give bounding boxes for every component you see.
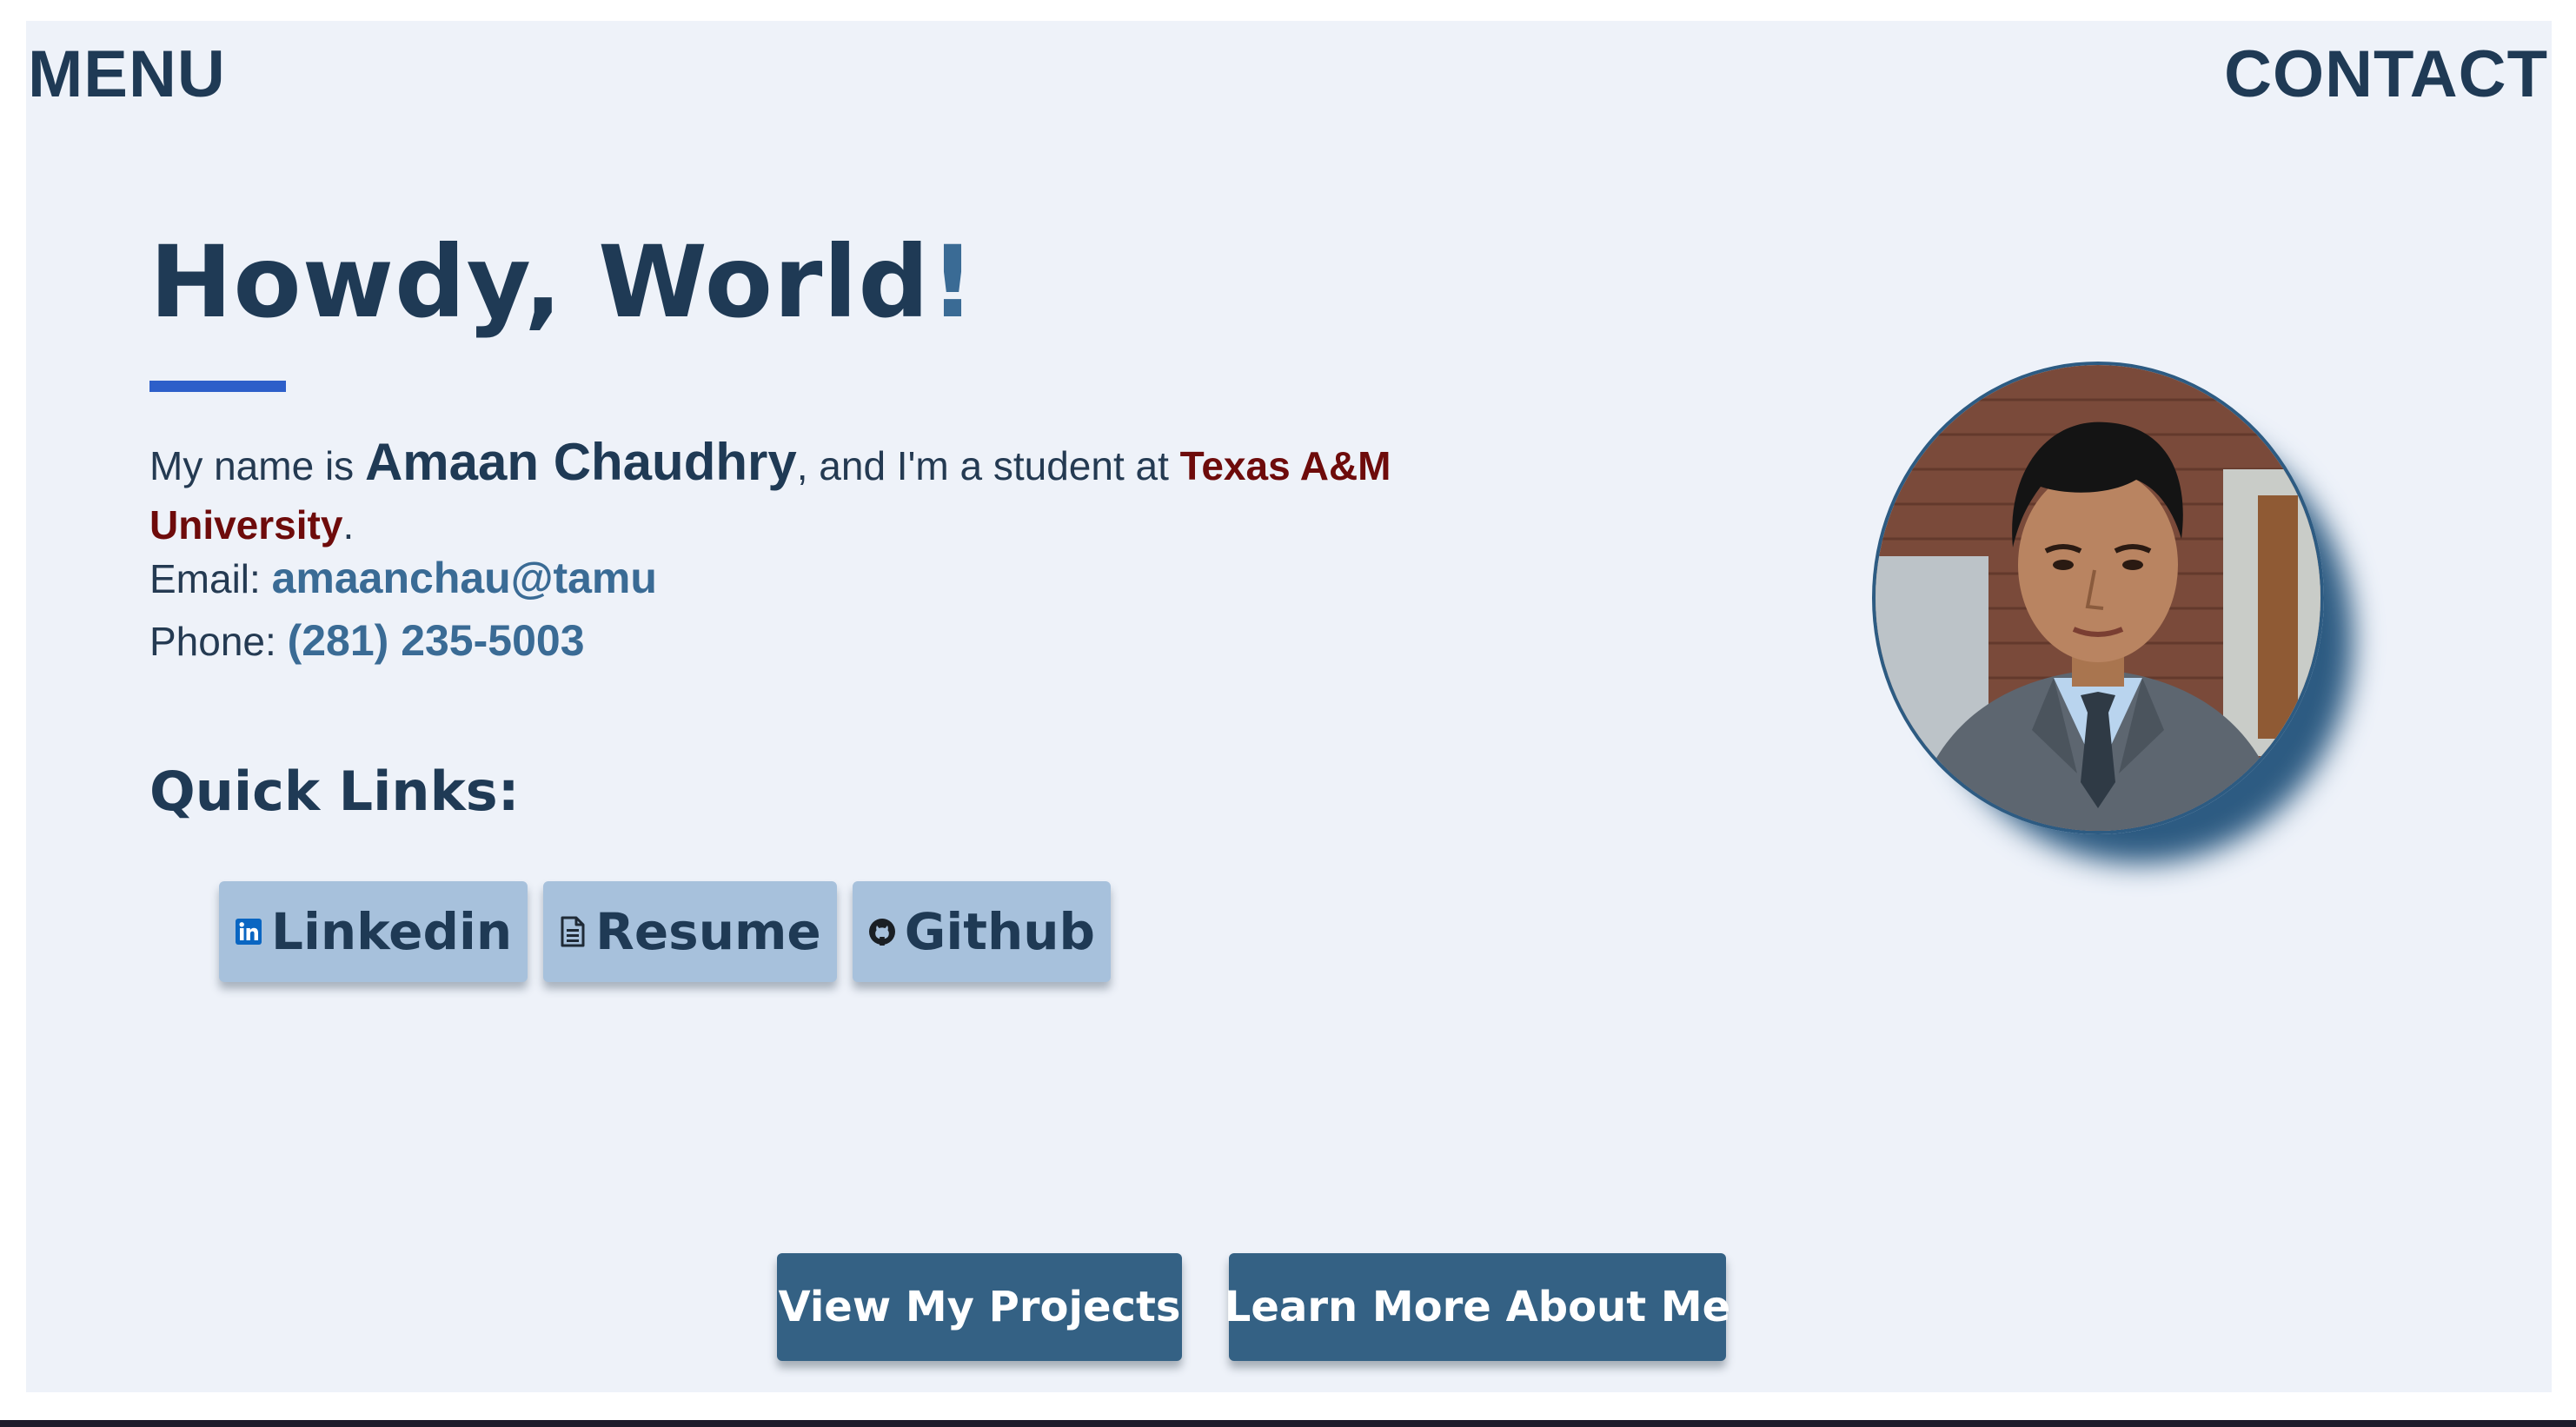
phone-line: Phone: (281) 235-5003 — [149, 615, 585, 666]
email-line: Email: amaanchau@tamu — [149, 553, 657, 603]
github-icon — [866, 916, 898, 947]
github-button[interactable]: Github — [852, 881, 1112, 982]
intro-text: My name is Amaan Chaudhry, and I'm a stu… — [149, 433, 1505, 554]
linkedin-icon — [233, 916, 264, 947]
menu-link[interactable]: MENU — [28, 37, 226, 112]
document-icon — [557, 916, 588, 947]
contact-link[interactable]: CONTACT — [2224, 37, 2548, 112]
quick-links-group: Linkedin Resume Github — [219, 881, 1112, 982]
learn-more-button[interactable]: Learn More About Me — [1225, 1253, 1730, 1361]
intro-suffix: . — [342, 502, 355, 548]
page-title: Howdy, World! — [149, 224, 976, 340]
person-name: Amaan Chaudhry — [364, 433, 797, 491]
profile-photo — [1872, 362, 2324, 834]
profile-photo-illustration — [1876, 365, 2320, 831]
quick-links-heading: Quick Links: — [149, 760, 520, 823]
window-bottom-edge — [0, 1420, 2576, 1427]
email-label: Email: — [149, 556, 272, 601]
resume-button[interactable]: Resume — [543, 881, 837, 982]
intro-prefix: My name is — [149, 443, 365, 488]
linkedin-button[interactable]: Linkedin — [219, 881, 528, 982]
intro-middle: , and I'm a student at — [796, 443, 1180, 488]
page-title-text: Howdy, World — [149, 224, 931, 340]
phone-label: Phone: — [149, 619, 288, 664]
resume-label: Resume — [595, 902, 821, 961]
github-label: Github — [904, 902, 1096, 961]
title-underline — [149, 381, 286, 392]
view-projects-button[interactable]: View My Projects — [777, 1253, 1182, 1361]
email-value[interactable]: amaanchau@tamu — [272, 554, 657, 602]
linkedin-label: Linkedin — [271, 902, 513, 961]
page-title-exclamation: ! — [930, 224, 977, 340]
phone-value[interactable]: (281) 235-5003 — [288, 616, 585, 665]
